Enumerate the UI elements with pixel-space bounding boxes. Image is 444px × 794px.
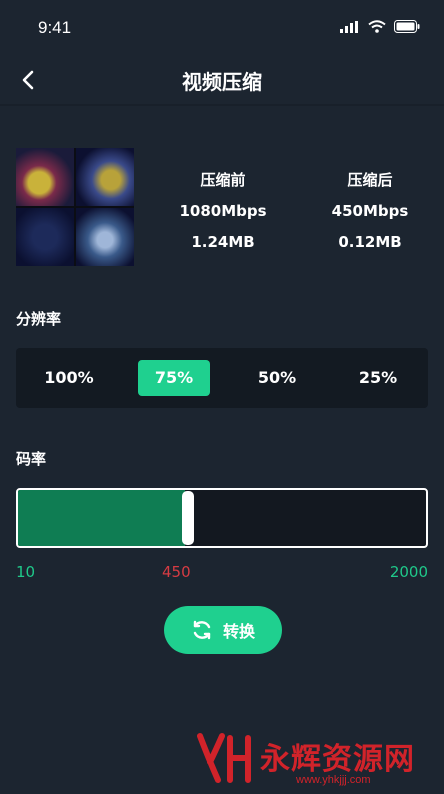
battery-icon [394, 20, 420, 33]
bitrate-label: 码率 [16, 450, 47, 468]
before-bitrate: 1080Mbps [179, 202, 267, 220]
status-bar: 9:41 [0, 0, 444, 56]
watermark-logo-icon [197, 733, 251, 783]
status-icons [340, 20, 420, 33]
bitrate-current: 450 [162, 563, 191, 581]
before-size: 1.24MB [191, 233, 255, 251]
header-divider [0, 104, 444, 106]
watermark: 永辉资源网 www.yhkjjj.com [196, 730, 436, 790]
nav-bar: 视频压缩 [0, 56, 444, 104]
resolution-label: 分辨率 [16, 310, 62, 328]
signal-icon [340, 20, 358, 33]
resolution-option-25[interactable]: 25% [342, 360, 414, 396]
thumbnail-frame [16, 208, 74, 266]
before-label: 压缩前 [200, 171, 246, 189]
bitrate-max: 2000 [389, 563, 428, 581]
page-title: 视频压缩 [182, 70, 262, 94]
after-bitrate: 450Mbps [331, 202, 409, 220]
resolution-option-50[interactable]: 50% [241, 360, 313, 396]
bitrate-slider-fill [18, 490, 185, 546]
thumbnail-frame [76, 148, 134, 206]
thumbnail-frame [76, 208, 134, 266]
resolution-options: 100% 75% 50% 25% [16, 348, 428, 408]
wifi-icon [368, 20, 386, 33]
convert-button-label: 转换 [222, 622, 255, 641]
bitrate-slider-handle[interactable] [182, 491, 194, 545]
after-size: 0.12MB [338, 233, 402, 251]
after-stats: 压缩后 450Mbps 0.12MB [326, 170, 414, 263]
resolution-option-75[interactable]: 75% [138, 360, 210, 396]
watermark-url: www.yhkjjj.com [296, 774, 371, 786]
video-thumbnail[interactable] [16, 148, 134, 266]
status-time: 9:41 [38, 18, 72, 37]
convert-button[interactable]: 转换 [164, 606, 282, 654]
bitrate-slider[interactable] [16, 488, 428, 548]
after-label: 压缩后 [347, 171, 393, 189]
thumbnail-frame [16, 148, 74, 206]
resolution-option-100[interactable]: 100% [33, 360, 105, 396]
before-stats: 压缩前 1080Mbps 1.24MB [176, 170, 270, 263]
watermark-text: 永辉资源网 [260, 742, 415, 777]
bitrate-min: 10 [16, 563, 36, 581]
refresh-icon [193, 620, 211, 640]
